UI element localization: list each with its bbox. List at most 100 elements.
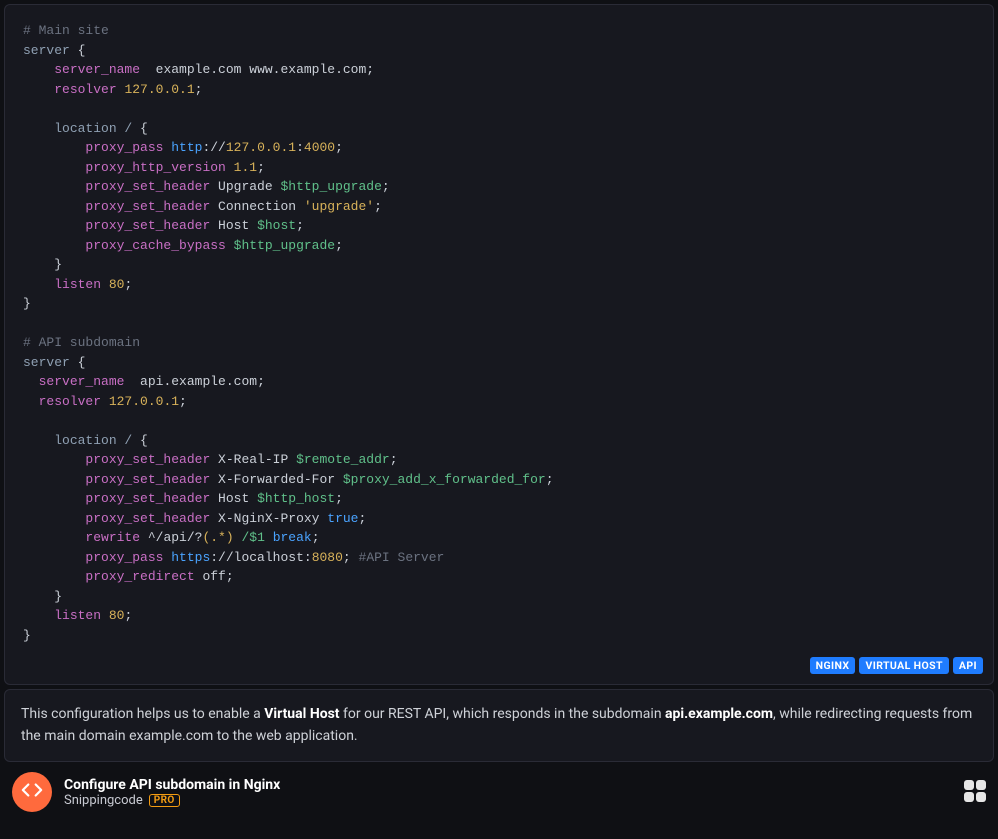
code-token: ; <box>390 452 398 467</box>
code-token: { <box>140 121 148 136</box>
code-token: http <box>163 140 202 155</box>
grid-view-button[interactable] <box>964 780 986 802</box>
grid-icon <box>964 792 974 802</box>
code-token: proxy_set_header <box>85 491 210 506</box>
code-token: 80 <box>101 608 124 623</box>
desc-bold-vh: Virtual Host <box>264 706 339 722</box>
code-block[interactable]: # Main site server { server_name example… <box>5 5 993 655</box>
code-token: : <box>296 140 304 155</box>
tags-row: NGINX VIRTUAL HOST API <box>5 655 993 684</box>
code-token: $http_host <box>257 491 335 506</box>
code-token: ^ <box>140 530 156 545</box>
code-token: proxy_pass <box>85 550 163 565</box>
code-token: proxy_set_header <box>85 452 210 467</box>
code-token: location / <box>54 121 140 136</box>
code-token: listen <box>54 277 101 292</box>
code-token: 80 <box>101 277 124 292</box>
code-token: } <box>54 257 62 272</box>
code-token: listen <box>54 608 101 623</box>
code-token: proxy_cache_bypass <box>85 238 225 253</box>
desc-text: This configuration helps us to enable a <box>21 706 264 722</box>
code-token: : <box>304 550 312 565</box>
code-token: { <box>70 43 86 58</box>
code-token: proxy_redirect <box>85 569 194 584</box>
code-token: resolver <box>39 394 101 409</box>
code-token: X-Forwarded-For <box>210 472 343 487</box>
code-token: api.example.com <box>124 374 257 389</box>
code-token: # Main site <box>23 23 109 38</box>
code-token: (.*) <box>202 530 233 545</box>
code-token: ; <box>546 472 554 487</box>
code-token: proxy_pass <box>85 140 163 155</box>
code-token: { <box>70 355 86 370</box>
code-token: ; <box>312 530 320 545</box>
tag-nginx[interactable]: NGINX <box>810 657 856 674</box>
code-token: Host <box>210 491 257 506</box>
code-token: # API subdomain <box>23 335 140 350</box>
code-icon <box>21 779 43 805</box>
tag-virtual-host[interactable]: VIRTUAL HOST <box>859 657 948 674</box>
code-token: :// <box>202 140 225 155</box>
code-token: } <box>23 296 31 311</box>
code-token: 'upgrade' <box>304 199 374 214</box>
code-token: ; <box>257 374 265 389</box>
code-token: } <box>54 589 62 604</box>
code-card: # Main site server { server_name example… <box>4 4 994 685</box>
code-token: $host <box>257 218 296 233</box>
grid-icon <box>964 780 974 790</box>
code-token: server <box>23 355 70 370</box>
code-token: ; <box>335 238 343 253</box>
grid-icon <box>976 780 986 790</box>
code-token: ; <box>366 62 374 77</box>
code-token: Connection <box>210 199 304 214</box>
code-token: ; <box>124 277 132 292</box>
grid-icon <box>976 792 986 802</box>
code-token: X-Real-IP <box>210 452 296 467</box>
avatar[interactable] <box>12 772 52 812</box>
code-token: 4000 <box>304 140 335 155</box>
tag-api[interactable]: API <box>953 657 983 674</box>
code-token: 8080 <box>312 550 343 565</box>
code-token: ; <box>226 569 234 584</box>
code-token <box>226 238 234 253</box>
code-token: server_name <box>54 62 140 77</box>
code-token: ; <box>124 608 132 623</box>
code-token: #API Server <box>351 550 445 565</box>
code-token: example.com www.example.com <box>140 62 366 77</box>
code-token: server <box>23 43 70 58</box>
code-token: 127.0.0.1 <box>101 394 179 409</box>
code-token: ; <box>335 140 343 155</box>
code-token: ; <box>296 218 304 233</box>
snippet-title[interactable]: Configure API subdomain in Nginx <box>64 777 280 793</box>
description-card: This configuration helps us to enable a … <box>4 689 994 762</box>
footer-row: Configure API subdomain in Nginx Snippin… <box>4 766 994 818</box>
code-token: ; <box>343 550 351 565</box>
code-token: $http_upgrade <box>234 238 335 253</box>
code-token: ; <box>179 394 187 409</box>
code-token: break <box>265 530 312 545</box>
code-token: server_name <box>39 374 125 389</box>
code-token: /$1 <box>241 530 264 545</box>
code-token: location / <box>54 433 140 448</box>
code-token: 127.0.0.1 <box>226 140 296 155</box>
code-token: off <box>195 569 226 584</box>
code-token: Host <box>210 218 257 233</box>
code-token: :// <box>210 550 233 565</box>
code-token: 127.0.0.1 <box>117 82 195 97</box>
code-token: $http_upgrade <box>280 179 381 194</box>
author-name[interactable]: Snippingcode <box>64 793 143 808</box>
code-token: Upgrade <box>210 179 280 194</box>
code-token: true <box>327 511 358 526</box>
code-token: ; <box>195 82 203 97</box>
footer-text: Configure API subdomain in Nginx Snippin… <box>64 777 280 808</box>
code-token: 1.1 <box>226 160 257 175</box>
desc-bold-domain: api.example.com <box>665 706 773 722</box>
code-token: proxy_set_header <box>85 218 210 233</box>
code-token: rewrite <box>85 530 140 545</box>
code-token: localhost <box>234 550 304 565</box>
pro-badge: PRO <box>149 794 180 807</box>
code-token: proxy_set_header <box>85 179 210 194</box>
code-token: proxy_http_version <box>85 160 225 175</box>
code-token: resolver <box>54 82 116 97</box>
code-token: $proxy_add_x_forwarded_for <box>343 472 546 487</box>
